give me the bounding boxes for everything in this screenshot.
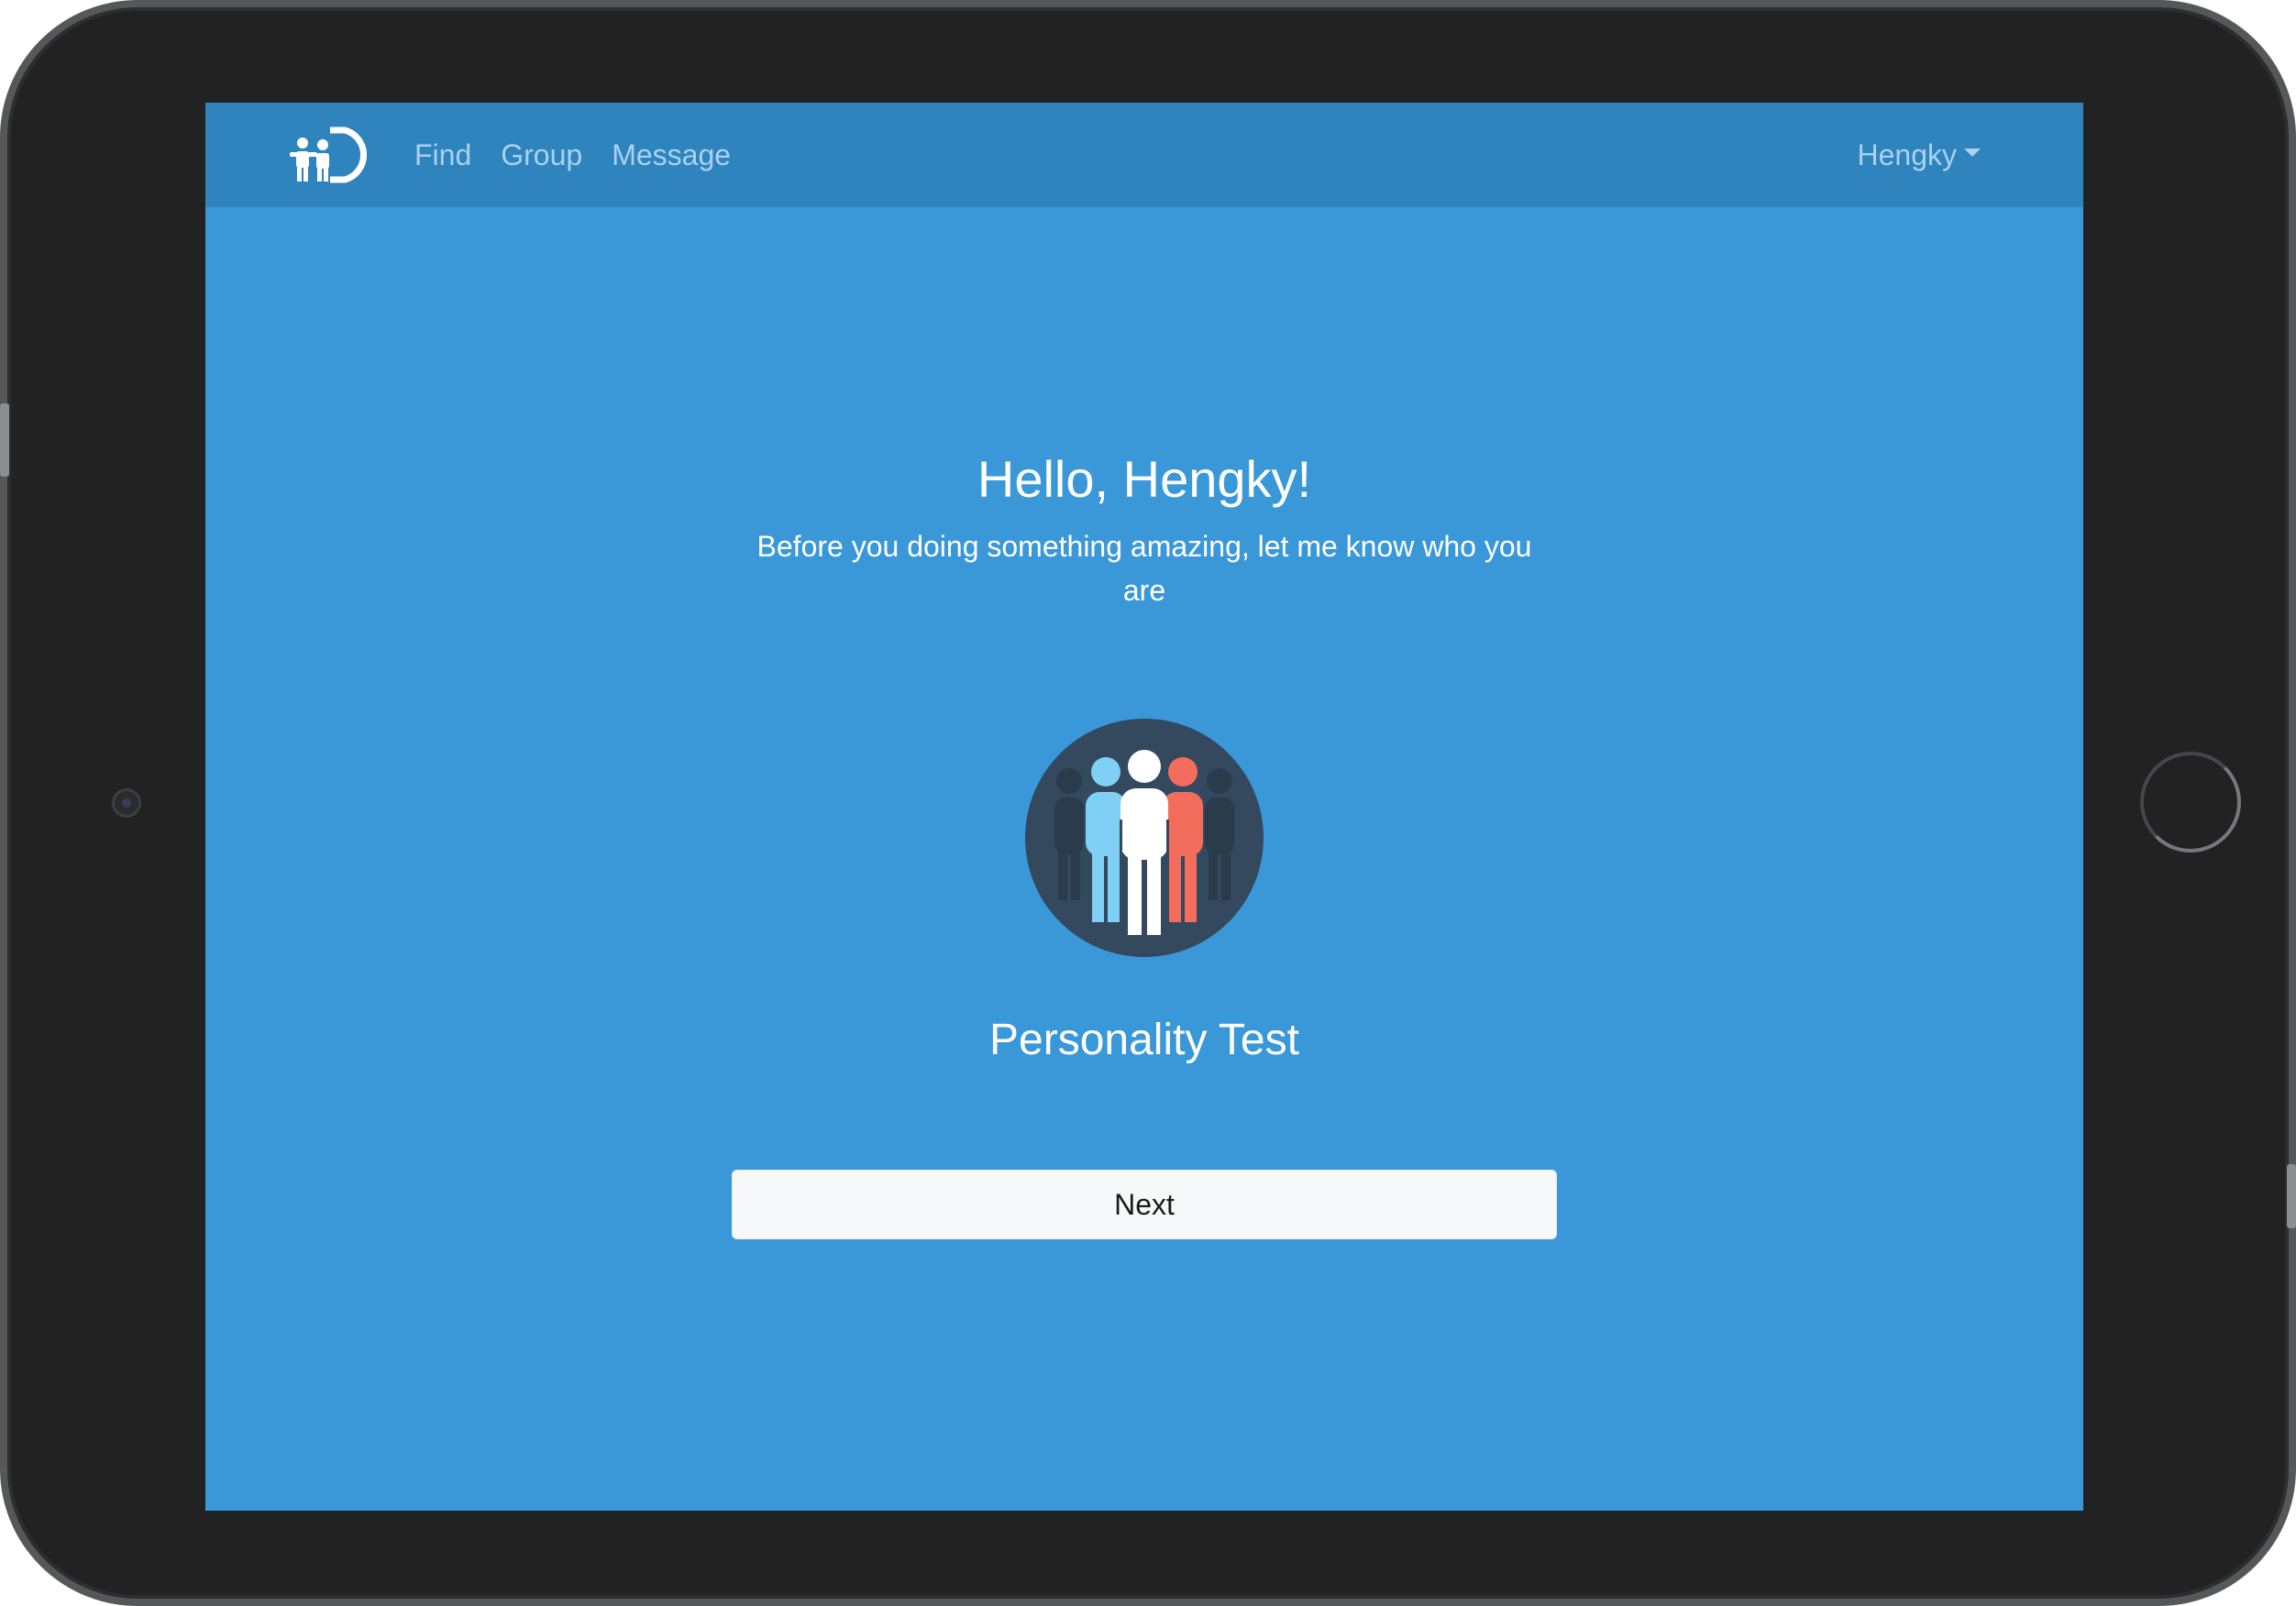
nav-link-find[interactable]: Find bbox=[414, 138, 471, 172]
top-navbar: Find Group Message Hengky bbox=[205, 103, 2083, 207]
front-camera bbox=[112, 788, 141, 818]
nav-links: Find Group Message bbox=[414, 103, 760, 207]
home-button[interactable] bbox=[2140, 752, 2241, 852]
volume-button bbox=[0, 403, 9, 477]
nav-link-message[interactable]: Message bbox=[612, 138, 731, 172]
caret-down-icon bbox=[1964, 148, 1981, 157]
people-group-icon bbox=[1025, 719, 1264, 957]
power-button bbox=[2287, 1164, 2296, 1228]
personality-test-title: Personality Test bbox=[989, 1016, 1299, 1064]
intro-text: Before you doing something amazing, let … bbox=[756, 530, 1532, 607]
greeting-heading: Hello, Hengky! bbox=[977, 450, 1312, 508]
app-screen: Find Group Message Hengky Hello, Hengky!… bbox=[205, 103, 2083, 1511]
main-content: Hello, Hengky! Before you doing somethin… bbox=[205, 207, 2083, 1511]
next-button[interactable]: Next bbox=[732, 1170, 1557, 1239]
user-name: Hengky bbox=[1857, 138, 1958, 171]
nav-link-group[interactable]: Group bbox=[501, 138, 582, 172]
family-logo-icon[interactable] bbox=[290, 126, 374, 183]
device-stage: Find Group Message Hengky Hello, Hengky!… bbox=[0, 0, 2296, 1606]
user-menu-dropdown[interactable]: Hengky bbox=[1858, 103, 1981, 207]
